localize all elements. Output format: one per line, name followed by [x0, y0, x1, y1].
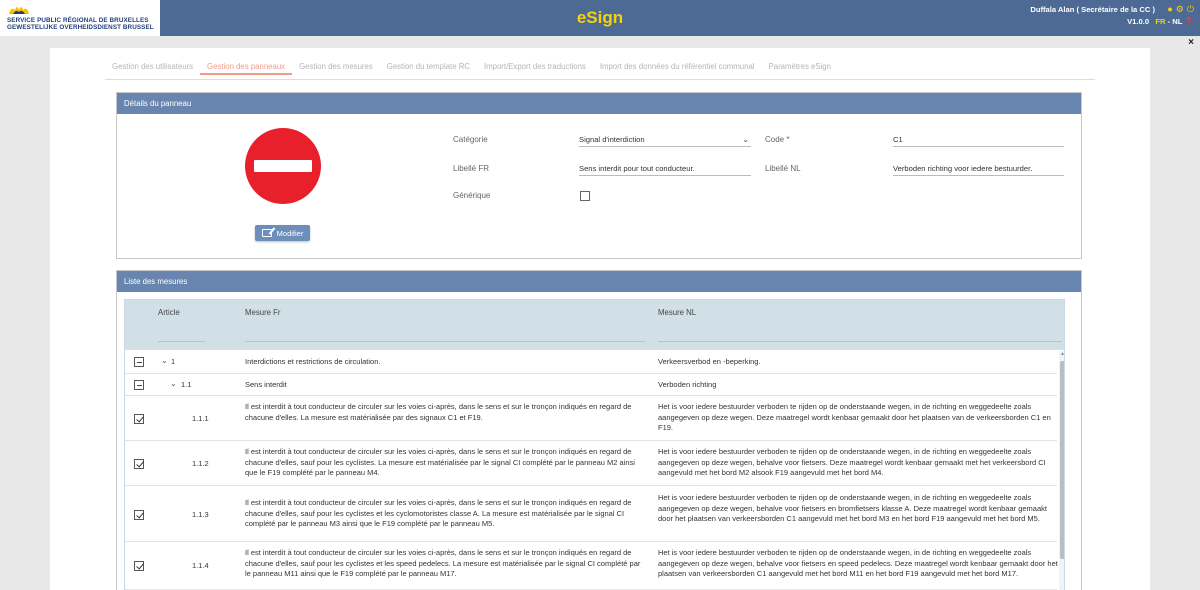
code-label: Code *: [765, 135, 790, 144]
tab-measures[interactable]: Gestion des mesures: [292, 59, 380, 75]
close-icon[interactable]: ×: [1188, 37, 1194, 48]
power-icon[interactable]: ⏻: [1187, 4, 1194, 14]
row-checkbox[interactable]: [134, 561, 144, 571]
tab-translations[interactable]: Import/Export des traductions: [477, 59, 593, 75]
brussels-logo: SERVICE PUBLIC RÉGIONAL DE BRUXELLES GEW…: [0, 0, 160, 36]
help-icon[interactable]: ❓: [1185, 17, 1194, 26]
generique-checkbox[interactable]: [580, 191, 590, 201]
tab-panels[interactable]: Gestion des panneaux: [200, 59, 293, 75]
tabs-divider: [105, 79, 1095, 80]
iris-logo-icon: [9, 7, 29, 14]
row-mesure-fr: Il est interdit à tout conducteur de cir…: [245, 548, 641, 579]
category-label: Catégorie: [453, 135, 488, 144]
filter-mesure-nl-input[interactable]: [658, 327, 1062, 342]
tab-bar: Gestion des utilisateurs Gestion des pan…: [105, 59, 838, 75]
table-row[interactable]: 1.1.3 Il est interdit à tout conducteur …: [125, 486, 1057, 542]
table-scrollbar[interactable]: ▲: [1059, 351, 1064, 590]
table-row[interactable]: ⌄ 1 Interdictions et restrictions de cir…: [125, 350, 1057, 374]
measures-table: Article Mesure Fr Mesure NL ⌄ 1 Interdic…: [124, 299, 1065, 590]
chevron-down-icon[interactable]: ⌄: [170, 379, 177, 388]
libelle-nl-label: Libellé NL: [765, 164, 801, 173]
filter-article-input[interactable]: [158, 327, 205, 342]
libelle-nl-input[interactable]: Verboden richting voor iedere bestuurder…: [893, 162, 1064, 176]
column-mesure-nl[interactable]: Mesure NL: [658, 308, 696, 317]
row-checkbox[interactable]: [134, 510, 144, 520]
chevron-down-icon[interactable]: ⌄: [161, 356, 168, 365]
logo-line-fr: SERVICE PUBLIC RÉGIONAL DE BRUXELLES: [7, 17, 149, 24]
libelle-fr-label: Libellé FR: [453, 164, 490, 173]
row-article: 1.1.3: [192, 510, 209, 519]
chevron-down-icon: ⌄: [742, 135, 749, 144]
table-row[interactable]: 1.1.2 Il est interdit à tout conducteur …: [125, 441, 1057, 486]
row-mesure-nl: Het is voor iedere bestuurder verboden t…: [658, 402, 1051, 433]
header-icons: ● ⚙ ⏻: [1167, 4, 1194, 14]
table-header: Article Mesure Fr Mesure NL: [125, 300, 1064, 350]
row-mesure-fr: Sens interdit: [245, 380, 287, 389]
user-name: Duffala Alan: [1030, 5, 1075, 14]
row-article: 1: [171, 357, 176, 366]
row-checkbox[interactable]: [134, 357, 144, 367]
row-mesure-fr: Il est interdit à tout conducteur de cir…: [245, 402, 632, 422]
scrollbar-thumb[interactable]: [1060, 361, 1064, 559]
scroll-up-icon[interactable]: ▲: [1059, 351, 1064, 357]
row-article: 1.1: [181, 380, 192, 389]
version-row: V1.0.0 FR - NL ❓: [1127, 17, 1194, 26]
app-title: eSign: [576, 8, 624, 27]
row-checkbox[interactable]: [134, 414, 144, 424]
row-mesure-fr: Il est interdit à tout conducteur de cir…: [245, 498, 632, 529]
libelle-fr-input[interactable]: Sens interdit pour tout conducteur.: [579, 162, 751, 176]
user-icon[interactable]: ●: [1167, 4, 1172, 14]
lang-fr-link[interactable]: FR: [1155, 17, 1165, 26]
row-mesure-nl: Verboden richting: [658, 380, 717, 389]
edit-icon: [261, 229, 272, 237]
version-label: V1.0.0: [1127, 17, 1150, 26]
row-mesure-nl: Het is voor iedere bestuurder verboden t…: [658, 447, 1046, 478]
panel-measures: Liste des mesures Article Mesure Fr Mesu…: [116, 270, 1082, 590]
panel-details-title: Détails du panneau: [117, 93, 1081, 114]
column-mesure-fr[interactable]: Mesure Fr: [245, 308, 281, 317]
row-article: 1.1.4: [192, 561, 209, 570]
logo-line-nl: GEWESTELIJKE OVERHEIDSDIENST BRUSSEL: [7, 24, 154, 31]
generique-label: Générique: [453, 191, 491, 200]
row-article: 1.1.2: [192, 459, 209, 468]
row-article: 1.1.1: [192, 414, 209, 423]
code-input[interactable]: C1: [893, 133, 1064, 147]
row-mesure-fr: Interdictions et restrictions de circula…: [245, 357, 381, 366]
tab-settings[interactable]: Paramètres eSign: [762, 59, 838, 75]
table-row[interactable]: 1.1.4 Il est interdit à tout conducteur …: [125, 542, 1058, 590]
lang-nl-link[interactable]: NL: [1172, 17, 1182, 26]
gear-icon[interactable]: ⚙: [1176, 4, 1184, 14]
panel-measures-title: Liste des mesures: [117, 271, 1081, 292]
row-mesure-nl: Het is voor iedere bestuurder verboden t…: [658, 493, 1047, 524]
row-checkbox[interactable]: [134, 459, 144, 469]
panel-details: Détails du panneau Modifier Catégorie Si…: [116, 92, 1082, 259]
table-row[interactable]: 1.1.1 Il est interdit à tout conducteur …: [125, 396, 1057, 441]
modify-button[interactable]: Modifier: [255, 225, 310, 241]
no-entry-sign-image: [245, 128, 321, 204]
row-mesure-nl: Het is voor iedere bestuurder verboden t…: [658, 548, 1058, 579]
row-mesure-nl: Verkeersverbod en -beperking.: [658, 357, 761, 366]
table-row[interactable]: ⌄ 1.1 Sens interdit Verboden richting: [125, 374, 1057, 396]
filter-mesure-fr-input[interactable]: [245, 327, 645, 342]
main-content: Gestion des utilisateurs Gestion des pan…: [50, 48, 1150, 590]
tab-municipal-import[interactable]: Import des données du référentiel commun…: [593, 59, 762, 75]
row-checkbox[interactable]: [134, 380, 144, 390]
user-info: Duffala Alan ( Secrétaire de la CC ): [1030, 5, 1155, 14]
tab-users[interactable]: Gestion des utilisateurs: [105, 59, 200, 75]
user-role: ( Secrétaire de la CC ): [1076, 5, 1156, 14]
modify-button-label: Modifier: [276, 228, 304, 238]
tab-template-rc[interactable]: Gestion du template RC: [380, 59, 477, 75]
column-article[interactable]: Article: [158, 308, 180, 317]
top-bar: SERVICE PUBLIC RÉGIONAL DE BRUXELLES GEW…: [0, 0, 1200, 36]
row-mesure-fr: Il est interdit à tout conducteur de cir…: [245, 447, 635, 478]
category-select[interactable]: Signal d'interdiction ⌄: [579, 133, 751, 147]
